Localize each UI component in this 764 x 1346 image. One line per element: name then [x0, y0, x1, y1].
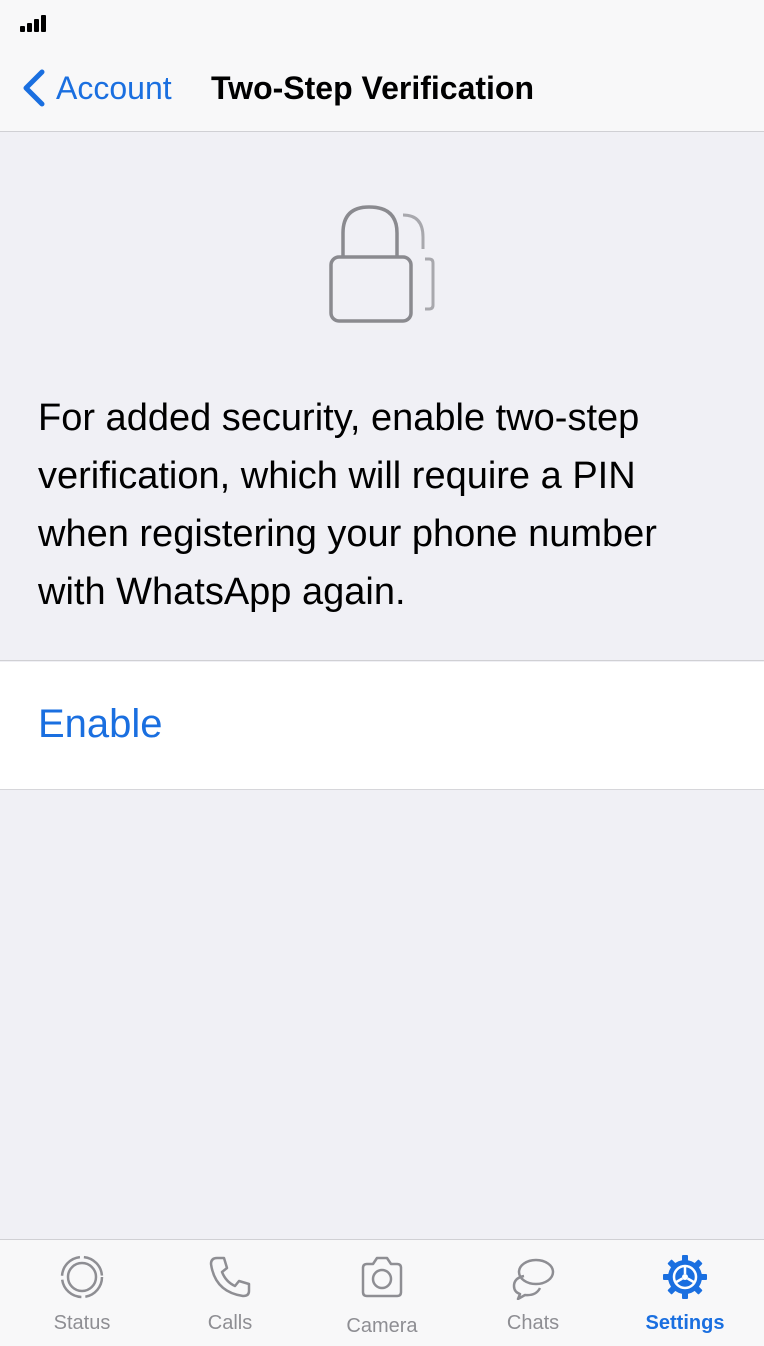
- chevron-left-icon: [23, 69, 45, 107]
- tab-status-label: Status: [53, 1312, 111, 1334]
- tab-chats-label: Chats: [506, 1312, 560, 1334]
- description-text: For added security, enable two-step veri…: [38, 397, 657, 613]
- page-title: Two-Step Verification: [211, 70, 534, 106]
- lock-icon: [329, 205, 435, 323]
- tab-camera-label: Camera: [346, 1315, 418, 1337]
- tab-calls-label: Calls: [207, 1312, 253, 1334]
- back-button[interactable]: Account: [20, 66, 172, 110]
- tab-status[interactable]: Status: [22, 1240, 142, 1346]
- chat-bubbles-icon: [512, 1258, 555, 1300]
- tab-camera[interactable]: Camera: [322, 1240, 442, 1346]
- info-section: For added security, enable two-step veri…: [0, 133, 764, 661]
- back-button-label: Account: [56, 69, 172, 106]
- navigation-bar: Account Two-Step Verification: [0, 44, 764, 132]
- camera-icon: [361, 1256, 403, 1298]
- status-bar: [0, 0, 764, 44]
- tab-chats[interactable]: Chats: [473, 1240, 593, 1346]
- two-step-verification-screen: Account Two-Step Verification For added …: [0, 0, 764, 1346]
- enable-button-label: Enable: [38, 702, 163, 746]
- gear-icon: [663, 1255, 707, 1299]
- tab-bar: Status Calls Camera Chats Settings: [0, 1239, 764, 1346]
- phone-icon: [209, 1256, 251, 1298]
- enable-button[interactable]: Enable: [0, 662, 764, 790]
- tab-calls[interactable]: Calls: [170, 1240, 290, 1346]
- tab-settings[interactable]: Settings: [625, 1240, 745, 1346]
- tab-settings-label: Settings: [645, 1312, 725, 1334]
- status-icon: [60, 1255, 104, 1299]
- signal-strength-icon: [20, 14, 60, 32]
